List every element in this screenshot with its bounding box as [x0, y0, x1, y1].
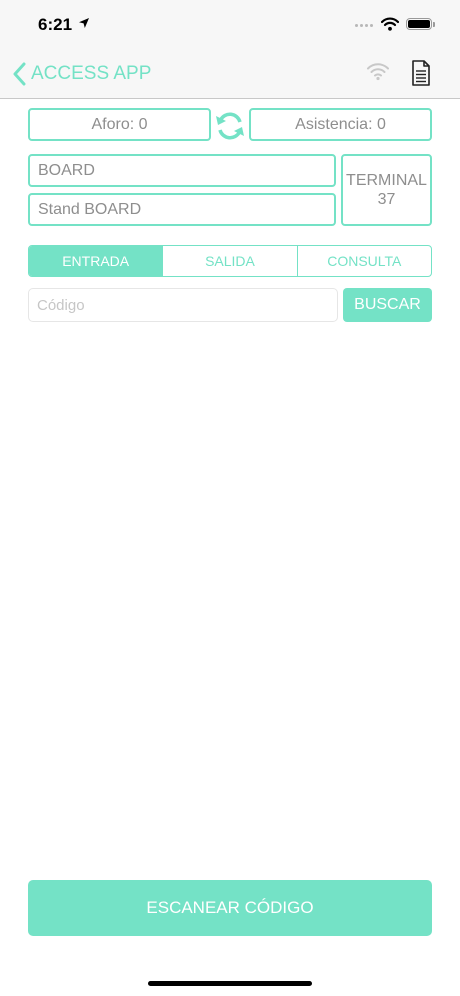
code-input[interactable]: [28, 288, 338, 322]
scan-code-button[interactable]: ESCANEAR CÓDIGO: [28, 880, 432, 936]
terminal-number: 37: [377, 191, 396, 208]
cellular-signal-icon: [355, 24, 373, 27]
refresh-icon[interactable]: [214, 111, 246, 141]
asistencia-label: Asistencia: 0: [295, 115, 386, 133]
search-button[interactable]: BUSCAR: [343, 288, 432, 322]
stand-name-field: Stand BOARD: [28, 193, 336, 226]
aforo-counter: Aforo: 0: [28, 108, 211, 141]
wifi-icon: [381, 17, 399, 31]
event-name: BOARD: [38, 161, 95, 179]
back-button[interactable]: ACCESS APP: [12, 62, 151, 86]
tab-consulta[interactable]: CONSULTA: [296, 246, 431, 276]
battery-icon: [406, 18, 435, 30]
aforo-label: Aforo: 0: [91, 115, 148, 133]
asistencia-counter: Asistencia: 0: [249, 108, 432, 141]
back-label: ACCESS APP: [31, 63, 152, 84]
status-bar: 6:21: [0, 0, 460, 50]
tab-salida[interactable]: SALIDA: [162, 246, 296, 276]
home-indicator: [148, 981, 312, 986]
terminal-box: TERMINAL 37: [341, 154, 432, 226]
event-name-field: BOARD: [28, 154, 336, 187]
mode-segmented-control: ENTRADA SALIDA CONSULTA: [28, 245, 432, 277]
wifi-status-icon[interactable]: [366, 61, 390, 81]
terminal-label: TERMINAL: [346, 172, 427, 189]
status-time: 6:21: [38, 15, 73, 34]
tab-entrada[interactable]: ENTRADA: [29, 246, 163, 276]
chevron-left-icon: [13, 62, 26, 86]
navbar: ACCESS APP: [0, 50, 460, 99]
document-icon[interactable]: [411, 60, 431, 86]
stand-name: Stand BOARD: [38, 200, 142, 218]
location-arrow-icon: [79, 18, 89, 28]
